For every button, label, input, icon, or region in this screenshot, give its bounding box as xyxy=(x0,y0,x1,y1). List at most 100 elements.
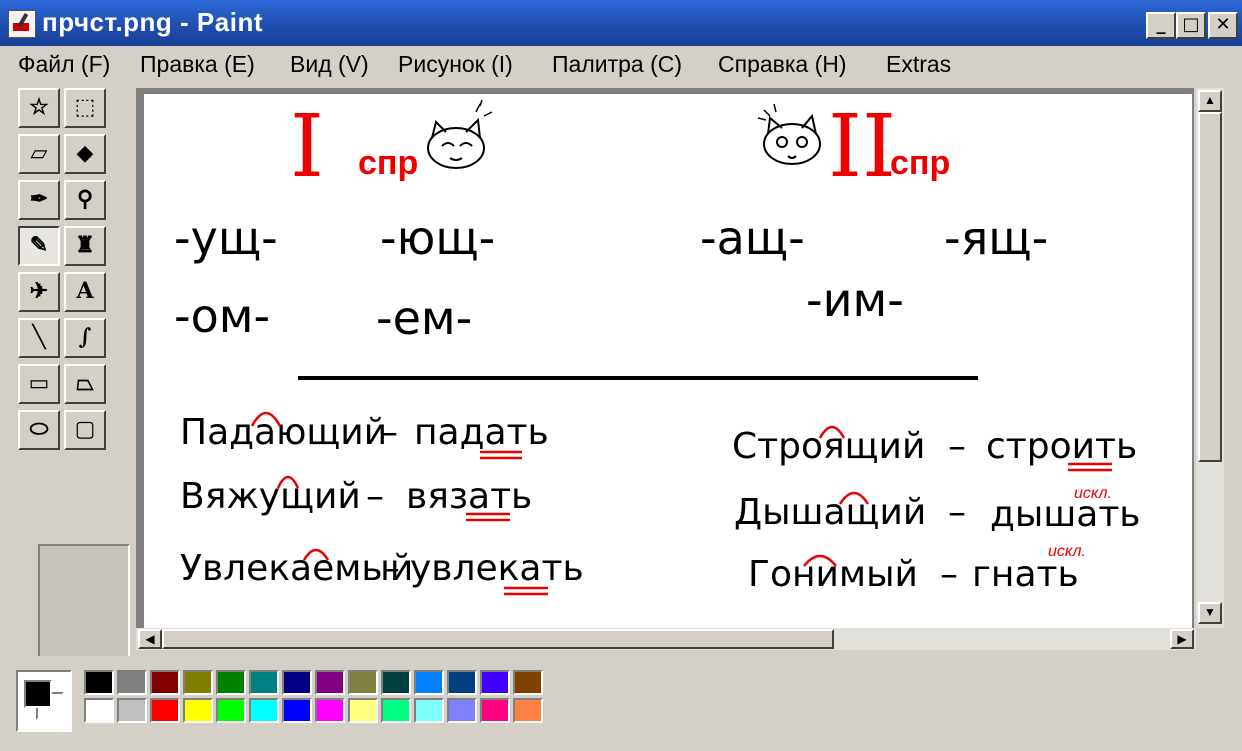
palette-swatch[interactable] xyxy=(249,670,279,695)
text-tool-icon[interactable]: A xyxy=(64,272,106,312)
eraser-icon[interactable]: ▱ xyxy=(18,134,60,174)
example-left-participle-3: Увлекаемый xyxy=(180,548,413,589)
example-right-verb-3: гнать xyxy=(972,554,1079,595)
example-left-verb-1: падать xyxy=(414,412,549,453)
ending-underline-2 xyxy=(466,512,510,522)
heading-right-numeral: II xyxy=(828,97,896,197)
line-icon[interactable]: ╲ xyxy=(18,318,60,358)
palette-swatch[interactable] xyxy=(84,670,114,695)
palette-swatch[interactable] xyxy=(480,698,510,723)
paint-app-icon[interactable] xyxy=(8,10,36,38)
free-select-icon[interactable]: ☆ xyxy=(18,88,60,128)
palette-swatch[interactable] xyxy=(348,698,378,723)
canvas-area: I спр II спр -ущ- -ющ- -ом- -ем- -ащ- -я… xyxy=(136,88,1194,628)
palette-swatch[interactable] xyxy=(480,670,510,695)
close-button[interactable]: ✕ xyxy=(1208,12,1238,39)
rectangle-icon[interactable]: ▭ xyxy=(18,364,60,404)
example-left-dash-1: – xyxy=(380,412,398,453)
palette-swatch[interactable] xyxy=(414,698,444,723)
suffix-em: -ем- xyxy=(376,291,472,345)
example-right-dash-3: – xyxy=(940,554,958,595)
maximize-button[interactable]: □ xyxy=(1176,12,1206,39)
palette-swatch[interactable] xyxy=(117,698,147,723)
palette-swatch[interactable] xyxy=(117,670,147,695)
fill-bucket-icon[interactable]: ◆ xyxy=(64,134,106,174)
magnifier-icon[interactable]: ⚲ xyxy=(64,180,106,220)
ellipse-icon[interactable]: ⬭ xyxy=(18,410,60,450)
brush-icon[interactable]: ♜ xyxy=(64,226,106,266)
palette-swatch[interactable] xyxy=(216,670,246,695)
menu-help[interactable]: Справка (H) xyxy=(718,51,847,78)
suffix-om: -ом- xyxy=(174,289,270,343)
color-picker-icon[interactable]: ✒ xyxy=(18,180,60,220)
suffix-im: -им- xyxy=(806,273,904,327)
heading-right-label: спр xyxy=(890,144,950,182)
rounded-rect-icon[interactable]: ▢ xyxy=(64,410,106,450)
menu-bar: Файл (F) Правка (E) Вид (V) Рисунок (I) … xyxy=(0,46,1242,84)
heading-left-numeral: I xyxy=(290,97,324,197)
airbrush-icon[interactable]: ✈ xyxy=(18,272,60,312)
minimize-button[interactable]: _ xyxy=(1146,12,1176,39)
cat-doodle-left-icon xyxy=(427,99,493,169)
window-title: прчст.png - Paint xyxy=(42,7,263,37)
menu-view[interactable]: Вид (V) xyxy=(290,51,369,78)
title-bar: прчст.png - Paint _ □ ✕ xyxy=(0,0,1242,46)
scroll-right-arrow-icon[interactable]: ▶ xyxy=(1170,629,1194,649)
palette-swatch[interactable] xyxy=(315,670,345,695)
palette-swatch[interactable] xyxy=(447,670,477,695)
horizontal-scroll-thumb[interactable] xyxy=(162,629,834,649)
scroll-left-arrow-icon[interactable]: ◀ xyxy=(138,629,162,649)
current-colors[interactable] xyxy=(16,670,72,732)
menu-image[interactable]: Рисунок (I) xyxy=(398,51,513,78)
drawing-canvas[interactable]: I спр II спр -ущ- -ющ- -ом- -ем- -ащ- -я… xyxy=(144,94,1192,628)
palette-swatch[interactable] xyxy=(216,698,246,723)
toolbox: ☆ ⬚ ▱ ◆ ✒ ⚲ ✎ ♜ ✈ A ╲ ∫ ▭ ⏢ ⬭ ▢ xyxy=(12,84,130,666)
palette-swatch[interactable] xyxy=(513,698,543,723)
curve-icon[interactable]: ∫ xyxy=(64,318,106,358)
palette-swatch[interactable] xyxy=(183,698,213,723)
example-left-participle-1: Падающий xyxy=(180,412,387,453)
menu-file[interactable]: Файл (F) xyxy=(18,51,110,78)
palette-swatch[interactable] xyxy=(282,698,312,723)
palette-swatch[interactable] xyxy=(150,698,180,723)
menu-edit[interactable]: Правка (E) xyxy=(140,51,255,78)
suffix-yushch: -ющ- xyxy=(380,211,495,265)
foreground-color-swatch[interactable] xyxy=(24,680,52,708)
ending-underline-3 xyxy=(504,586,548,596)
palette-swatch[interactable] xyxy=(249,698,279,723)
menu-extras[interactable]: Extras xyxy=(886,51,951,78)
polygon-icon[interactable]: ⏢ xyxy=(64,364,106,404)
palette-swatch[interactable] xyxy=(381,698,411,723)
vertical-scroll-thumb[interactable] xyxy=(1198,112,1222,462)
palette-swatch[interactable] xyxy=(315,698,345,723)
example-right-dash-2: – xyxy=(948,492,966,533)
suffix-yashch: -ящ- xyxy=(944,211,1048,265)
exception-note-1: искл. xyxy=(1074,485,1112,502)
example-right-dash-1: – xyxy=(948,426,966,467)
heading-left-label: спр xyxy=(358,144,418,182)
palette-swatch[interactable] xyxy=(150,670,180,695)
palette-swatch[interactable] xyxy=(348,670,378,695)
horizontal-scrollbar[interactable]: ◀ ▶ xyxy=(136,628,1196,650)
palette-swatch[interactable] xyxy=(513,670,543,695)
vertical-scrollbar[interactable]: ▲ ▼ xyxy=(1196,88,1224,628)
suffix-ushch: -ущ- xyxy=(174,211,278,265)
tool-options-panel[interactable] xyxy=(38,544,130,666)
palette-swatch[interactable] xyxy=(414,670,444,695)
example-right-participle-3: Гонимый xyxy=(748,554,918,595)
example-right-participle-1: Строящий xyxy=(732,426,925,467)
rect-select-icon[interactable]: ⬚ xyxy=(64,88,106,128)
scroll-down-arrow-icon[interactable]: ▼ xyxy=(1198,602,1222,624)
scroll-up-arrow-icon[interactable]: ▲ xyxy=(1198,90,1222,112)
ending-underline-1 xyxy=(480,450,522,460)
palette-swatch[interactable] xyxy=(84,698,114,723)
palette-swatch[interactable] xyxy=(183,670,213,695)
menu-palette[interactable]: Палитра (C) xyxy=(552,51,682,78)
palette-swatch[interactable] xyxy=(447,698,477,723)
example-left-dash-3: – xyxy=(382,548,400,589)
palette-swatch[interactable] xyxy=(282,670,312,695)
palette-swatch[interactable] xyxy=(381,670,411,695)
pencil-icon[interactable]: ✎ xyxy=(18,226,60,266)
example-right-participle-2: Дышащий xyxy=(734,492,926,533)
example-left-participle-2: Вяжущий xyxy=(180,476,361,517)
